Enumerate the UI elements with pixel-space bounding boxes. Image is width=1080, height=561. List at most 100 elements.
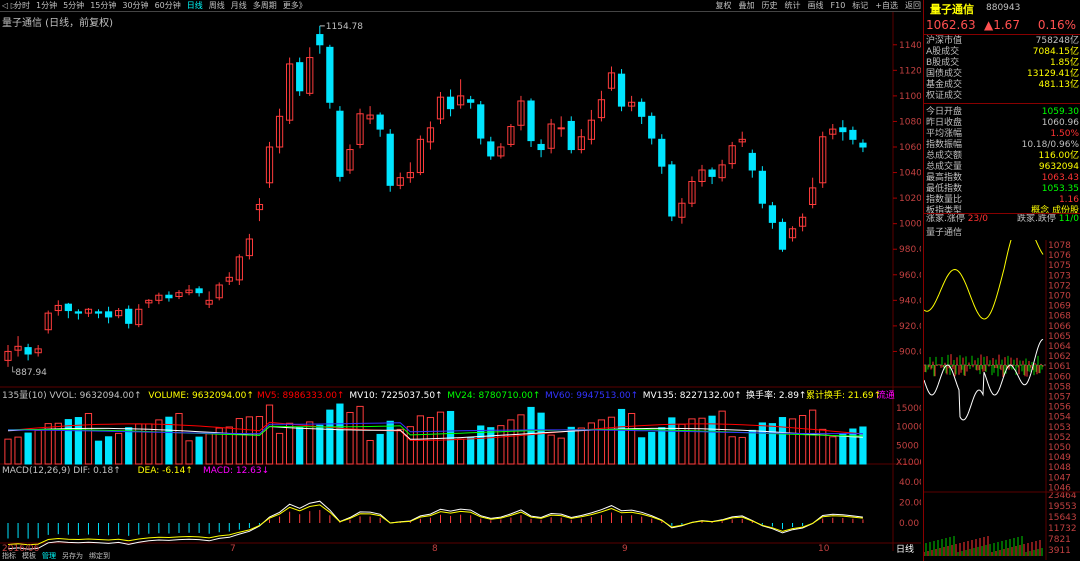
divider	[923, 34, 1080, 35]
candle-body	[317, 35, 323, 45]
candle-body	[25, 348, 31, 354]
tool-button-8[interactable]: 返回	[905, 0, 921, 12]
candle-body	[166, 295, 172, 298]
volume-bar	[709, 416, 715, 464]
volume-bar	[206, 434, 212, 464]
volume-bar	[387, 421, 393, 464]
intraday-mini-chart[interactable]: 1078107610751073107210701069106810661065…	[924, 240, 1080, 560]
vol-header-item: 换手率: 2.89↑	[746, 389, 806, 401]
bottom-button-0[interactable]: 指标	[2, 551, 16, 561]
stat-value: 10.18/0.96%	[1022, 140, 1079, 151]
volume-bar	[337, 404, 343, 464]
tab-7[interactable]: 周线	[209, 0, 225, 12]
y-tick-label: 900.0	[899, 347, 921, 357]
stat-label: 今日开盘	[926, 107, 962, 118]
volume-bar	[126, 428, 132, 464]
stat-value: 1.85亿	[1050, 58, 1079, 69]
candle-body	[95, 312, 101, 313]
volume-bar	[548, 435, 554, 464]
bottom-button-4[interactable]: 绑定到	[89, 551, 110, 561]
volume-bar	[618, 409, 624, 464]
tool-button-6[interactable]: 标记	[852, 0, 868, 12]
bottom-button-3[interactable]: 另存为	[62, 551, 83, 561]
period-toolbar: ◁ ▷ 分时 1分钟 5分钟 15分钟 30分钟 60分钟 日线 周线 月线 多周期 更多》 复权叠…	[0, 0, 921, 12]
stat-value: 1063.43	[1042, 173, 1079, 184]
volume-bar	[659, 428, 665, 464]
tool-button-0[interactable]: 复权	[716, 0, 732, 12]
stat-row: 总成交额 116.00亿	[926, 151, 1079, 162]
candle-body	[528, 101, 534, 141]
current-price: 1062.63	[926, 18, 976, 32]
macd-header-item: DEA: -6.14↑	[138, 466, 193, 476]
volume-bar	[769, 424, 775, 464]
tool-button-3[interactable]: 统计	[785, 0, 801, 12]
tool-button-7[interactable]: +自选	[875, 0, 898, 12]
stat-value: 1053.35	[1042, 184, 1079, 195]
volume-bar	[95, 441, 101, 464]
candle-body	[126, 309, 132, 323]
y-tick-label: 1040	[899, 169, 921, 179]
stat-label: 权证成交	[926, 91, 962, 102]
vol-header-item: VOLUME: 9632094.00↑	[148, 391, 254, 401]
candle-body	[488, 142, 494, 156]
volume-bar	[297, 427, 303, 464]
vol-header-item: 135量(10) VVOL: 9632094.00↑	[2, 390, 142, 401]
mini-vol-label: 15643	[1048, 513, 1077, 523]
tab-1[interactable]: 1分钟	[36, 0, 57, 12]
mini-axis-label: 1048	[1048, 463, 1071, 473]
period-label: 日线	[896, 545, 914, 555]
period-selector[interactable]: 日线	[896, 542, 914, 555]
mini-axis-label: 1069	[1048, 302, 1071, 312]
candle-body	[639, 102, 645, 116]
stat-value: 1060.96	[1042, 118, 1079, 129]
tab-5[interactable]: 60分钟	[155, 0, 181, 12]
bottom-button-1[interactable]: 模板	[22, 551, 36, 561]
stat-row: A股成交 7084.15亿	[926, 47, 1079, 58]
bottom-button-2[interactable]: 管理	[42, 551, 56, 561]
mini-axis-label: 1049	[1048, 453, 1071, 463]
nav-arrows[interactable]: ◁ ▷	[2, 1, 17, 10]
stat-value: 481.13亿	[1039, 80, 1080, 91]
tool-button-2[interactable]: 历史	[762, 0, 778, 12]
tool-button-5[interactable]: F10	[831, 0, 846, 12]
mini-axis-label: 1054	[1048, 413, 1071, 423]
vol-header-item: MV135: 8227132.00↑	[643, 391, 742, 401]
tab-3[interactable]: 15分钟	[90, 0, 116, 12]
tab-8[interactable]: 月线	[231, 0, 247, 12]
vol-axis-label: 15000	[896, 404, 921, 414]
volume-bar	[156, 420, 162, 464]
tab-9[interactable]: 多周期	[253, 0, 277, 12]
volume-bar	[377, 434, 383, 464]
tab-10[interactable]: 更多》	[283, 0, 307, 12]
vol-header-item: MV5: 8986333.00↑	[257, 391, 344, 401]
stat-row: B股成交 1.85亿	[926, 58, 1079, 69]
candle-body	[860, 143, 866, 147]
mini-axis-label: 1078	[1048, 241, 1071, 251]
mini-axis-label: 1066	[1048, 322, 1071, 332]
down-label: 跌家.跌停	[1017, 214, 1056, 224]
dif-line	[8, 501, 863, 549]
candle-body	[558, 128, 564, 129]
volume-bar	[699, 418, 705, 464]
mini-axis-label: 1068	[1048, 312, 1071, 322]
tool-button-4[interactable]: 画线	[808, 0, 824, 12]
stat-value: 1.50%	[1050, 129, 1079, 140]
tab-2[interactable]: 5分钟	[63, 0, 84, 12]
volume-bar	[739, 437, 745, 464]
volume-bar	[478, 426, 484, 464]
stat-value: 7084.15亿	[1033, 47, 1079, 58]
right-info-panel: 量子通信 880943 1062.63 ▲1.67 0.16% 沪深市值 7582…	[923, 0, 1080, 561]
tab-4[interactable]: 30分钟	[122, 0, 148, 12]
vol-axis-label: X1000	[896, 458, 921, 468]
kline-chart[interactable]: 1140 1120 1100 1080 1060 1040 1020 1000 980.0 960…	[0, 12, 921, 552]
tab-6[interactable]: 日线	[187, 0, 203, 12]
volume-bar	[15, 437, 21, 464]
candle-body	[749, 153, 755, 170]
mini-axis-label: 1075	[1048, 261, 1071, 271]
tool-button-1[interactable]: 叠加	[739, 0, 755, 12]
stat-label: 指数振幅	[926, 140, 962, 151]
mini-axis-label: 1053	[1048, 423, 1071, 433]
macd-axis-label: 40.00	[899, 478, 921, 488]
vol-header-item: 累计换手: 21.69↑	[806, 389, 881, 401]
candle-body	[105, 312, 111, 317]
